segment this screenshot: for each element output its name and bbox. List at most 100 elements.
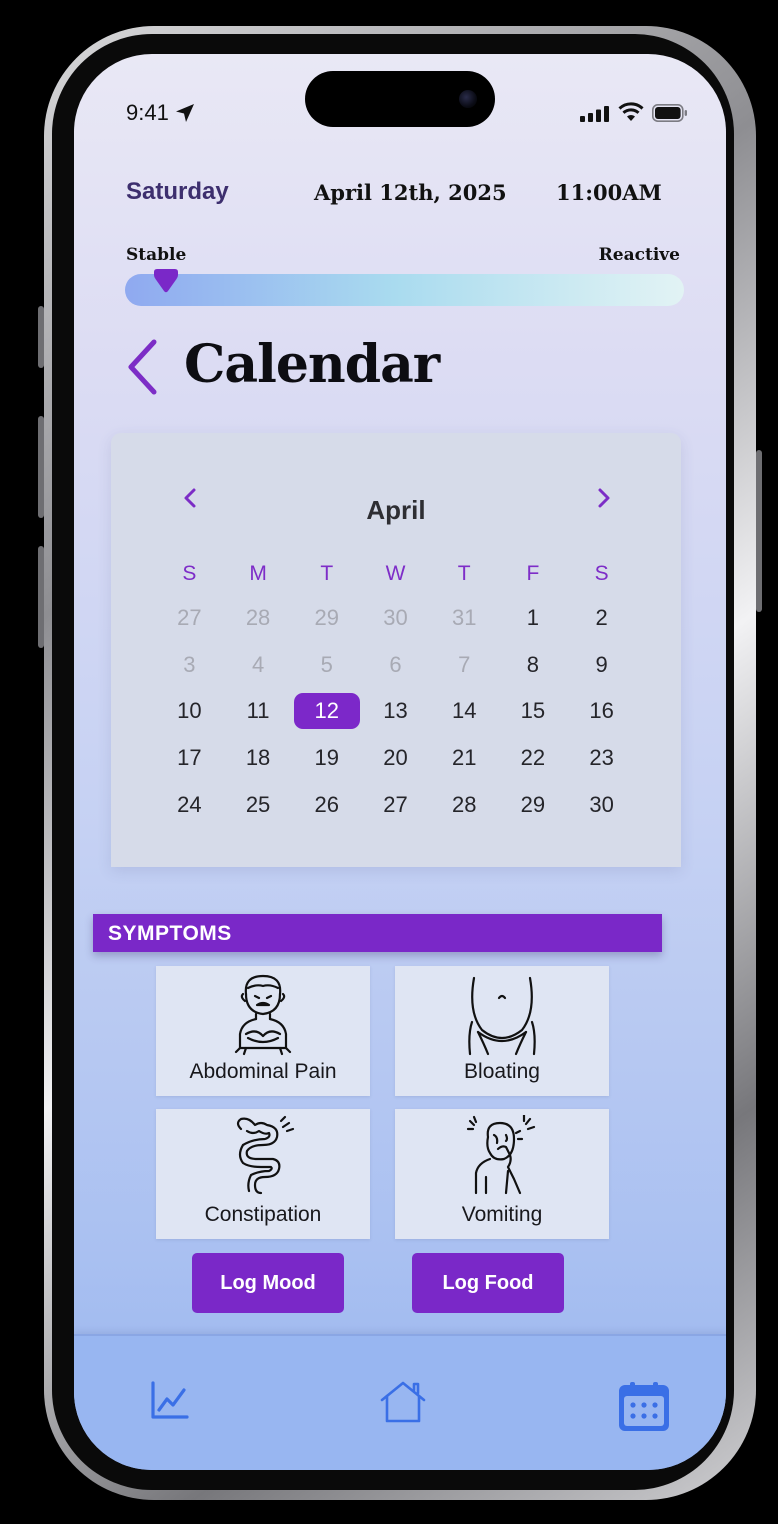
symptom-label: Abdominal Pain [189, 1060, 337, 1083]
calendar-day[interactable]: 5 [292, 642, 361, 689]
calendar-day-number: 17 [177, 745, 202, 771]
calendar-day[interactable]: 31 [430, 595, 499, 642]
symptom-label: Bloating [464, 1060, 540, 1083]
mood-scale-thumb[interactable] [151, 268, 181, 294]
status-time: 9:41 [126, 100, 169, 125]
calendar-day-number: 19 [314, 745, 340, 771]
calendar-day-number: 10 [177, 698, 202, 724]
calendar-day[interactable]: 28 [224, 595, 293, 642]
page-title: Calendar [184, 334, 440, 395]
calendar-day[interactable]: 24 [155, 782, 224, 829]
calendar-day-number: 6 [389, 651, 402, 677]
calendar-day[interactable]: 11 [224, 688, 293, 735]
calendar-grid: S M T W T F S 27 28 29 30 31 1 2 3 4 5 6 7 8 9 10 11 12 13 14 15 16… [155, 553, 636, 828]
calendar-day-number: 29 [520, 791, 546, 817]
calendar-day[interactable]: 21 [430, 735, 499, 782]
calendar-day[interactable]: 18 [224, 735, 293, 782]
calendar-day-number: 12 [293, 693, 360, 730]
calendar-day[interactable]: 17 [155, 735, 224, 782]
weekday-header: S [594, 562, 609, 585]
wifi-icon [618, 102, 644, 121]
scale-left-label: Stable [126, 245, 187, 265]
weekday-header: F [526, 562, 540, 585]
weekday-header: M [249, 562, 267, 585]
calendar-day[interactable]: 28 [430, 782, 499, 829]
symptoms-header: SYMPTOMS [93, 914, 662, 952]
calendar-day[interactable]: 16 [567, 688, 636, 735]
calendar-day-selected[interactable]: 12 [292, 688, 361, 735]
calendar-day-number: 20 [383, 745, 408, 771]
calendar-day[interactable]: 29 [499, 782, 568, 829]
home-icon[interactable] [379, 1380, 427, 1424]
calendar-day[interactable]: 20 [361, 735, 430, 782]
calendar-day-number: 14 [451, 698, 477, 724]
symptom-label: Constipation [204, 1203, 322, 1226]
calendar-day[interactable]: 14 [430, 688, 499, 735]
calendar-day[interactable]: 8 [499, 642, 568, 689]
calendar-day-number: 26 [314, 791, 340, 817]
calendar-day[interactable]: 3 [155, 642, 224, 689]
time-label: 11:00AM [556, 180, 662, 205]
calendar-day-number: 5 [320, 651, 333, 677]
mood-scale-track[interactable] [125, 274, 684, 306]
calendar-day[interactable]: 19 [292, 735, 361, 782]
weekday-header: S [182, 562, 197, 585]
calendar-day[interactable]: 30 [567, 782, 636, 829]
weekday-label: Saturday [126, 178, 229, 205]
calendar-day-number: 4 [251, 651, 265, 677]
calendar-day[interactable]: 15 [499, 688, 568, 735]
symptom-tile-constipation[interactable]: Constipation [156, 1109, 370, 1239]
calendar-day-number: 21 [451, 745, 477, 771]
calendar-day-number: 8 [526, 651, 540, 677]
intestine-icon [236, 1115, 295, 1195]
signal-icon [580, 106, 609, 122]
abdominal-pain-icon [234, 974, 292, 1056]
calendar-day[interactable]: 2 [567, 595, 636, 642]
calendar-day[interactable]: 27 [155, 595, 224, 642]
calendar-day[interactable]: 26 [292, 782, 361, 829]
location-arrow-icon [176, 104, 194, 122]
tab-bar [74, 1334, 726, 1470]
calendar-day[interactable]: 6 [361, 642, 430, 689]
calendar-day-number: 22 [520, 745, 546, 771]
calendar-day-number: 30 [589, 791, 614, 817]
calendar-day-number: 28 [451, 791, 477, 817]
chart-icon[interactable] [150, 1380, 190, 1420]
bloating-icon [468, 976, 536, 1056]
app-screen: 9:41 Saturday April 12th, 2025 11:00AM S… [74, 54, 726, 1470]
calendar-day-number: 25 [245, 791, 271, 817]
scale-right-label: Reactive [598, 245, 680, 265]
calendar-day[interactable]: 7 [430, 642, 499, 689]
calendar-day[interactable]: 29 [292, 595, 361, 642]
nausea-icon [466, 1115, 536, 1195]
calendar-day-number: 23 [589, 745, 614, 771]
symptom-label: Vomiting [461, 1203, 543, 1226]
calendar-day-number: 2 [595, 605, 608, 630]
symptom-tile-vomiting[interactable]: Vomiting [395, 1109, 609, 1239]
back-chevron-icon[interactable] [124, 338, 160, 396]
calendar-day[interactable]: 30 [361, 595, 430, 642]
log-food-button[interactable]: Log Food [412, 1253, 564, 1313]
calendar-day[interactable]: 27 [361, 782, 430, 829]
calendar-day[interactable]: 25 [224, 782, 293, 829]
weekday-header: W [385, 562, 406, 585]
log-mood-button[interactable]: Log Mood [192, 1253, 344, 1313]
calendar-icon[interactable] [618, 1381, 670, 1433]
symptoms-header-label: SYMPTOMS [108, 922, 232, 945]
calendar-day[interactable]: 1 [499, 595, 568, 642]
symptom-tile-abdominal-pain[interactable]: Abdominal Pain [156, 966, 370, 1096]
weekday-header: T [320, 562, 334, 585]
calendar-day[interactable]: 13 [361, 688, 430, 735]
symptom-tile-bloating[interactable]: Bloating [395, 966, 609, 1096]
next-month-icon[interactable] [595, 485, 613, 511]
battery-icon [652, 104, 687, 122]
calendar-day-number: 28 [245, 605, 271, 630]
calendar-day[interactable]: 10 [155, 688, 224, 735]
calendar-day-number: 9 [595, 651, 608, 677]
calendar-day[interactable]: 9 [567, 642, 636, 689]
calendar-day[interactable]: 22 [499, 735, 568, 782]
calendar-day-number: 18 [245, 745, 271, 771]
calendar-day[interactable]: 23 [567, 735, 636, 782]
calendar-day[interactable]: 4 [224, 642, 293, 689]
power-button [756, 450, 762, 612]
